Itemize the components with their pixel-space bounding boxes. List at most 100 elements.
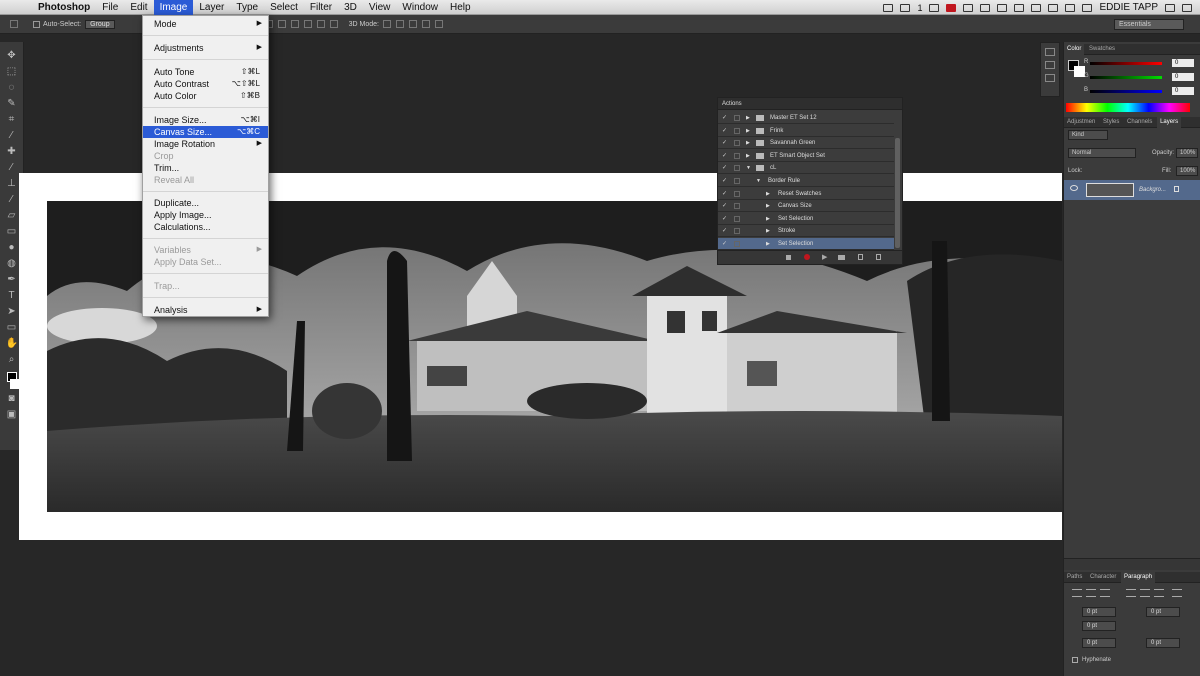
wifi-icon[interactable] bbox=[1048, 3, 1059, 12]
properties-panel-icon[interactable] bbox=[1045, 74, 1055, 82]
menu-item-image-size[interactable]: Image Size... ⌥⌘I bbox=[143, 114, 268, 126]
move-tool-icon[interactable] bbox=[10, 20, 18, 28]
auto-select-dropdown[interactable]: Group bbox=[85, 19, 115, 29]
dialog-toggle-icon[interactable] bbox=[734, 152, 740, 159]
space-after-field[interactable]: 0 pt bbox=[1146, 638, 1180, 648]
menu-item-adjustments[interactable]: Adjustments ▶ bbox=[143, 42, 268, 54]
color-spectrum-ramp[interactable] bbox=[1066, 103, 1190, 112]
actions-panel-header[interactable]: Actions bbox=[718, 98, 902, 110]
dialog-toggle-icon[interactable] bbox=[734, 127, 740, 134]
action-row[interactable]: ✓ ▶ Reset Swatches bbox=[718, 188, 894, 200]
dialog-toggle-icon[interactable] bbox=[734, 190, 740, 197]
action-row[interactable]: ✓ ▶ Stroke bbox=[718, 225, 894, 238]
visibility-eye-icon[interactable] bbox=[1070, 185, 1078, 191]
sync-icon[interactable] bbox=[883, 3, 894, 12]
action-row[interactable]: ✓ ▶ Master ET Set 12 bbox=[718, 112, 894, 124]
marquee-tool-icon[interactable]: ⬚ bbox=[6, 66, 18, 78]
status-icon[interactable] bbox=[963, 3, 974, 12]
expand-right-icon[interactable]: ▶ bbox=[766, 213, 770, 225]
trash-icon[interactable] bbox=[876, 254, 881, 260]
new-action-icon[interactable] bbox=[858, 254, 863, 260]
crop-tool-icon[interactable]: ⌗ bbox=[6, 114, 18, 126]
dialog-toggle-icon[interactable] bbox=[734, 165, 740, 172]
blue-slider[interactable] bbox=[1090, 90, 1162, 93]
type-tool-icon[interactable]: T bbox=[6, 290, 18, 302]
status-icon[interactable] bbox=[929, 3, 940, 12]
brush-tool-icon[interactable]: ⁄ bbox=[6, 162, 18, 174]
dialog-toggle-icon[interactable] bbox=[734, 178, 740, 184]
menu-item-duplicate[interactable]: Duplicate... bbox=[143, 197, 268, 209]
quick-select-tool-icon[interactable]: ✎ bbox=[6, 98, 18, 110]
healing-brush-tool-icon[interactable]: ✚ bbox=[6, 146, 18, 158]
menu-item-apply-image[interactable]: Apply Image... bbox=[143, 209, 268, 221]
justify-center-icon[interactable] bbox=[1140, 589, 1150, 597]
check-icon[interactable]: ✓ bbox=[722, 238, 727, 250]
menu-edit[interactable]: Edit bbox=[124, 0, 153, 15]
action-row[interactable]: ✓ ▼ Border Rule bbox=[718, 175, 894, 187]
shape-tool-icon[interactable]: ▭ bbox=[6, 322, 18, 334]
actions-panel-icon[interactable] bbox=[1045, 61, 1055, 69]
align-center-icon[interactable] bbox=[1086, 589, 1096, 597]
bluetooth-icon[interactable] bbox=[1014, 3, 1025, 12]
battery-icon[interactable] bbox=[1082, 3, 1093, 12]
indent-left-field[interactable]: 0 pt bbox=[1082, 607, 1116, 617]
expand-down-icon[interactable]: ▼ bbox=[746, 162, 751, 174]
blue-value-field[interactable]: 0 bbox=[1172, 87, 1194, 95]
expand-right-icon[interactable]: ▶ bbox=[746, 137, 750, 149]
record-icon[interactable] bbox=[946, 3, 957, 12]
dialog-toggle-icon[interactable] bbox=[734, 203, 740, 210]
red-slider[interactable] bbox=[1090, 62, 1162, 65]
justify-left-icon[interactable] bbox=[1126, 589, 1136, 597]
time-machine-icon[interactable] bbox=[1031, 3, 1042, 12]
check-icon[interactable]: ✓ bbox=[722, 225, 727, 237]
action-row[interactable]: ✓ ▶ Set Selection bbox=[718, 213, 894, 225]
tab-color[interactable]: Color bbox=[1064, 44, 1085, 55]
check-icon[interactable]: ✓ bbox=[722, 175, 727, 187]
action-row[interactable]: ✓ ▶ Frink bbox=[718, 125, 894, 137]
expand-right-icon[interactable]: ▶ bbox=[766, 225, 770, 237]
3d-pan-icon[interactable] bbox=[408, 20, 417, 28]
menu-view[interactable]: View bbox=[363, 0, 397, 15]
menu-item-analysis[interactable]: Analysis ▶ bbox=[143, 304, 268, 316]
align-icon[interactable] bbox=[277, 20, 286, 28]
menu-item-canvas-size[interactable]: Canvas Size... ⌥⌘C bbox=[143, 126, 268, 138]
justify-all-icon[interactable] bbox=[1172, 589, 1182, 597]
check-icon[interactable]: ✓ bbox=[722, 213, 727, 225]
menu-item-image-rotation[interactable]: Image Rotation ▶ bbox=[143, 138, 268, 150]
menu-item-auto-tone[interactable]: Auto Tone ⇧⌘L bbox=[143, 66, 268, 78]
opacity-field[interactable]: 100% bbox=[1176, 148, 1198, 158]
play-icon[interactable]: ▶ bbox=[822, 253, 827, 261]
menu-item-trim[interactable]: Trim... bbox=[143, 162, 268, 174]
dialog-toggle-icon[interactable] bbox=[734, 115, 740, 121]
volume-icon[interactable] bbox=[1065, 3, 1076, 12]
menu-item-crop[interactable]: Crop bbox=[143, 150, 268, 162]
menu-layer[interactable]: Layer bbox=[193, 0, 230, 15]
menu-select[interactable]: Select bbox=[264, 0, 304, 15]
check-icon[interactable]: ✓ bbox=[722, 150, 727, 162]
3d-rotate-icon[interactable] bbox=[382, 20, 391, 28]
green-slider[interactable] bbox=[1090, 76, 1162, 79]
blend-mode-dropdown[interactable]: Normal bbox=[1068, 148, 1136, 158]
tab-paragraph[interactable]: Paragraph bbox=[1121, 572, 1156, 583]
action-row[interactable]: ✓ ▶ Savannah Green bbox=[718, 137, 894, 150]
justify-right-icon[interactable] bbox=[1154, 589, 1164, 597]
menu-item-variables[interactable]: Variables ▶ bbox=[143, 244, 268, 256]
record-icon[interactable] bbox=[804, 254, 810, 260]
menu-file[interactable]: File bbox=[96, 0, 124, 15]
check-icon[interactable]: ✓ bbox=[722, 112, 727, 124]
actions-panel-title[interactable]: Actions bbox=[722, 101, 742, 107]
quick-mask-icon[interactable]: ◙ bbox=[6, 393, 18, 405]
new-set-folder-icon[interactable] bbox=[838, 255, 845, 260]
green-value-field[interactable]: 0 bbox=[1172, 73, 1194, 81]
menu-item-auto-color[interactable]: Auto Color ⇧⌘B bbox=[143, 90, 268, 102]
menu-filter[interactable]: Filter bbox=[304, 0, 338, 15]
hand-tool-icon[interactable]: ✋ bbox=[6, 338, 18, 350]
menu-item-apply-data-set[interactable]: Apply Data Set... bbox=[143, 256, 268, 268]
menu-item-calculations[interactable]: Calculations... bbox=[143, 221, 268, 233]
stop-icon[interactable] bbox=[786, 255, 791, 260]
red-value-field[interactable]: 0 bbox=[1172, 59, 1194, 67]
check-icon[interactable]: ✓ bbox=[722, 162, 727, 174]
action-row[interactable]: ✓ ▶ Set Selection bbox=[718, 238, 894, 250]
tab-paths[interactable]: Paths bbox=[1064, 572, 1085, 583]
menu-app-name[interactable]: Photoshop bbox=[32, 0, 96, 15]
